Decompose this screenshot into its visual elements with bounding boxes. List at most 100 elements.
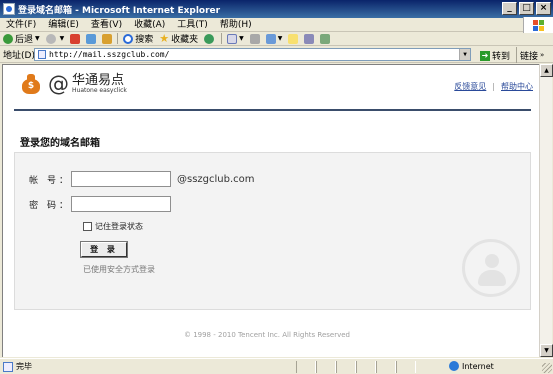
status-cell: [396, 360, 416, 373]
print-icon: [249, 33, 260, 44]
chevron-down-icon: ▼: [277, 35, 283, 42]
security-zone: Internet: [449, 361, 494, 371]
copyright-footer: © 1998 - 2010 Tencent Inc. All Rights Re…: [183, 331, 351, 339]
menu-tools[interactable]: 工具(T): [171, 18, 214, 32]
ie-icon: [3, 3, 15, 15]
maximize-button[interactable]: □: [519, 2, 534, 15]
messenger-icon: [320, 33, 331, 44]
brand-name-en: Huatone easyclick: [72, 87, 127, 94]
mail-button[interactable]: ▼: [224, 32, 247, 46]
password-label: 密 码：: [29, 200, 71, 211]
header-divider: [14, 109, 531, 111]
page-title: 登录您的域名邮箱: [20, 138, 100, 149]
messenger-button[interactable]: [317, 32, 333, 46]
search-label: 搜索: [135, 35, 154, 45]
close-button[interactable]: ×: [536, 2, 551, 15]
history-button[interactable]: [201, 32, 219, 46]
page-viewport: $ @ 华通易点 Huatone easyclick 反馈意见 | 帮助中心 登…: [2, 64, 539, 357]
address-label: 地址(D): [3, 51, 35, 61]
vertical-scrollbar[interactable]: ▲ ▼: [539, 64, 553, 357]
page-done-icon: [3, 361, 13, 372]
history-icon: [204, 33, 215, 44]
secure-login-note: 已使用安全方式登录: [83, 265, 155, 274]
status-cell: [356, 360, 376, 373]
brand-logo[interactable]: $ @ 华通易点 Huatone easyclick: [20, 73, 127, 95]
password-row: 密 码：: [29, 196, 171, 212]
menu-file[interactable]: 文件(F): [0, 18, 42, 32]
login-form: 帐 号： @sszgclub.com 密 码： 记住登录状态 登 录 已使用安全…: [14, 152, 531, 310]
menu-favorites[interactable]: 收藏(A): [128, 18, 171, 32]
home-button[interactable]: [99, 32, 115, 46]
account-input[interactable]: [71, 171, 171, 187]
chevron-down-icon: ▼: [239, 35, 244, 42]
address-input[interactable]: http://mail.sszgclub.com/ ▼: [34, 48, 471, 61]
status-cell: [316, 360, 336, 373]
status-bar: 完毕 Internet: [0, 358, 553, 374]
resize-grip[interactable]: [542, 363, 552, 373]
toolbar: 后退 ▼ ▼ 搜索 ★ 收藏夹 ▼ ▼: [0, 32, 553, 46]
feedback-link[interactable]: 反馈意见: [454, 81, 486, 92]
star-icon: ★: [159, 32, 170, 45]
favorites-button[interactable]: ★ 收藏夹: [156, 32, 201, 46]
refresh-icon: [86, 33, 97, 44]
chevron-down-icon: ▼: [59, 35, 65, 42]
scroll-down-button[interactable]: ▼: [540, 344, 553, 357]
help-center-link[interactable]: 帮助中心: [501, 81, 533, 92]
search-icon: [123, 33, 134, 44]
menu-help[interactable]: 帮助(H): [214, 18, 258, 32]
header-links: 反馈意见 | 帮助中心: [454, 81, 533, 92]
research-icon: [304, 33, 315, 44]
menu-edit[interactable]: 编辑(E): [42, 18, 85, 32]
back-button[interactable]: 后退 ▼: [0, 32, 43, 46]
remember-checkbox[interactable]: [83, 222, 92, 231]
address-url: http://mail.sszgclub.com/: [49, 50, 170, 59]
minimize-button[interactable]: _: [502, 2, 517, 15]
zone-label: Internet: [462, 361, 494, 371]
scroll-up-button[interactable]: ▲: [540, 64, 553, 77]
brand-text: 华通易点 Huatone easyclick: [72, 74, 127, 94]
windows-logo-icon: [523, 17, 553, 33]
window-titlebar: 登录域名邮箱 - Microsoft Internet Explorer _ □…: [0, 0, 553, 18]
address-dropdown-button[interactable]: ▼: [459, 49, 470, 60]
remember-me[interactable]: 记住登录状态: [83, 221, 143, 232]
domain-suffix: @sszgclub.com: [177, 173, 255, 185]
links-button[interactable]: 链接 »: [516, 47, 544, 63]
status-cell: [296, 360, 316, 373]
status-text: 完毕: [16, 362, 32, 371]
status-cell: [336, 360, 356, 373]
discuss-button[interactable]: [285, 32, 301, 46]
menu-view[interactable]: 查看(V): [85, 18, 128, 32]
window-controls: _ □ ×: [502, 2, 551, 15]
at-sign-icon: @: [48, 72, 69, 96]
print-button[interactable]: [247, 32, 263, 46]
stop-button[interactable]: [67, 32, 83, 46]
login-button[interactable]: 登 录: [80, 241, 128, 258]
go-button[interactable]: ➜ 转到: [480, 49, 510, 62]
mail-icon: [227, 33, 238, 44]
search-button[interactable]: 搜索: [120, 32, 156, 46]
chevron-right-icon: »: [540, 51, 545, 59]
user-seal-watermark: [462, 239, 520, 297]
brand-name-cn: 华通易点: [72, 73, 125, 88]
refresh-button[interactable]: [83, 32, 99, 46]
back-arrow-icon: [3, 33, 13, 44]
account-label: 帐 号：: [29, 175, 71, 186]
edit-button[interactable]: ▼: [263, 32, 286, 46]
globe-icon: [449, 361, 459, 371]
moneybag-icon: $: [20, 73, 42, 95]
chevron-down-icon: ▼: [35, 35, 40, 42]
links-label: 链接: [520, 51, 539, 62]
edit-icon: [265, 33, 276, 44]
address-bar: 地址(D) http://mail.sszgclub.com/ ▼ ➜ 转到 链…: [0, 47, 553, 63]
page-icon: [38, 50, 46, 59]
password-input[interactable]: [71, 196, 171, 212]
home-icon: [102, 33, 113, 44]
research-button[interactable]: [301, 32, 317, 46]
toolbar-separator: [117, 33, 119, 44]
go-label: 转到: [492, 52, 511, 62]
forward-button[interactable]: ▼: [43, 32, 68, 46]
back-label: 后退: [15, 35, 34, 45]
status-cell: [376, 360, 396, 373]
discuss-icon: [288, 33, 299, 44]
menu-bar: 文件(F) 编辑(E) 查看(V) 收藏(A) 工具(T) 帮助(H): [0, 17, 553, 33]
